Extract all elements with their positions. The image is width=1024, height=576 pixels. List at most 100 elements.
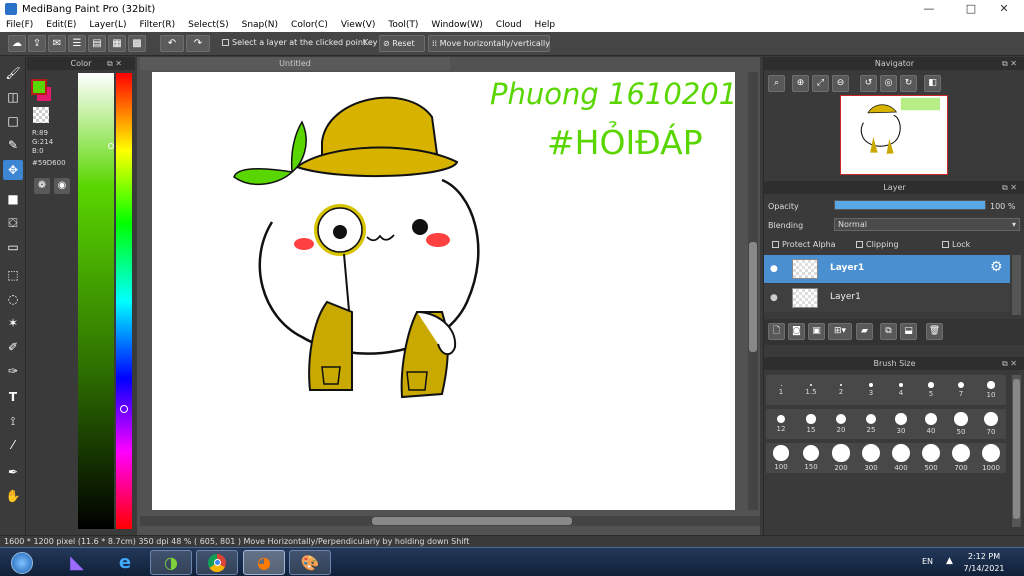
select-layer-checkbox[interactable] bbox=[222, 39, 229, 46]
brush-size-option[interactable]: 150 bbox=[796, 443, 826, 473]
brush-size-option[interactable]: 1000 bbox=[976, 443, 1006, 473]
paint-icon[interactable]: 🎨 bbox=[289, 550, 331, 575]
brush-scrollbar[interactable] bbox=[1012, 375, 1021, 527]
brush-size-option[interactable]: 500 bbox=[916, 443, 946, 473]
eraser-tool-icon[interactable]: ◫ bbox=[3, 87, 23, 107]
visual-studio-icon[interactable]: ◣ bbox=[56, 550, 98, 575]
visibility-eye-icon[interactable]: ● bbox=[770, 293, 778, 303]
color-settings-icon[interactable]: ◉ bbox=[54, 178, 70, 194]
lasso-icon[interactable]: ◌ bbox=[3, 289, 23, 309]
rotate-left-icon[interactable]: ↺ bbox=[860, 75, 877, 92]
brush-size-option[interactable]: 25 bbox=[856, 409, 886, 439]
internet-explorer-icon[interactable]: e bbox=[104, 550, 146, 575]
brush-size-option[interactable]: 700 bbox=[946, 443, 976, 473]
lock-checkbox[interactable] bbox=[942, 241, 949, 248]
primary-color-swatch[interactable] bbox=[31, 79, 47, 95]
undo-icon[interactable]: ↶ bbox=[160, 35, 184, 52]
brush-size-option[interactable]: 400 bbox=[886, 443, 916, 473]
drawing-canvas[interactable]: Phuong 16102010 #HỎIĐÁP bbox=[152, 72, 756, 510]
new-layer-icon[interactable]: 🗋 bbox=[768, 323, 785, 340]
tray-arrow-icon[interactable]: ▲ bbox=[946, 556, 953, 566]
menu-layer[interactable]: Layer(L) bbox=[89, 20, 126, 30]
menu-filter[interactable]: Filter(R) bbox=[140, 20, 176, 30]
brush-size-option[interactable]: 7 bbox=[946, 375, 976, 405]
sv-picker-marker[interactable] bbox=[108, 143, 114, 149]
hue-strip[interactable] bbox=[116, 73, 132, 529]
menu-cloud[interactable]: Cloud bbox=[496, 20, 522, 30]
brush-popout-icon[interactable]: ⧉ ✕ bbox=[1002, 359, 1017, 369]
menu-snap[interactable]: Snap(N) bbox=[242, 20, 278, 30]
rotate-reset-icon[interactable]: ◎ bbox=[880, 75, 897, 92]
reset-button[interactable]: ⊘ Reset bbox=[379, 35, 425, 52]
hand-tool-icon[interactable]: ✋ bbox=[3, 486, 23, 506]
blending-select[interactable]: Normal ▾ bbox=[834, 218, 1020, 231]
select-eraser-icon[interactable]: ✑ bbox=[3, 361, 23, 381]
dot-tool-icon[interactable]: □ bbox=[3, 111, 23, 131]
pipette-icon[interactable]: ✒ bbox=[3, 462, 23, 482]
brush-size-option[interactable]: 50 bbox=[946, 409, 976, 439]
menu-view[interactable]: View(V) bbox=[341, 20, 376, 30]
layer-popout-icon[interactable]: ⧉ ✕ bbox=[1002, 183, 1017, 193]
document-icon[interactable]: ▤ bbox=[88, 35, 106, 52]
protect-alpha-option[interactable]: Protect Alpha bbox=[772, 240, 836, 249]
eyedropper-icon[interactable]: ⁄ bbox=[3, 435, 23, 455]
vertical-scroll-thumb[interactable] bbox=[749, 242, 757, 352]
hue-picker-marker[interactable] bbox=[120, 405, 128, 413]
transparent-swatch[interactable] bbox=[33, 107, 49, 123]
menu-color[interactable]: Color(C) bbox=[291, 20, 328, 30]
layer-row[interactable]: ● Layer1 bbox=[764, 284, 1010, 312]
fill-rect-tool-icon[interactable]: ■ bbox=[3, 189, 23, 209]
correction-tool-icon[interactable]: ✎ bbox=[3, 135, 23, 155]
brush-tool-icon[interactable]: 🖌 bbox=[3, 63, 23, 83]
rotate-right-icon[interactable]: ↻ bbox=[900, 75, 917, 92]
saturation-value-strip[interactable] bbox=[78, 73, 114, 529]
move-direction-button[interactable]: ⁞⁞ Move horizontally/vertically bbox=[428, 35, 550, 52]
brush-size-option[interactable]: 200 bbox=[826, 443, 856, 473]
menu-help[interactable]: Help bbox=[535, 20, 556, 30]
add-layer-menu-icon[interactable]: ⊞▾ bbox=[828, 323, 852, 340]
close-button[interactable]: ✕ bbox=[990, 0, 1018, 18]
menu-select[interactable]: Select(S) bbox=[188, 20, 229, 30]
brush-size-option[interactable]: 15 bbox=[796, 409, 826, 439]
trash-icon[interactable]: 🗑 bbox=[926, 323, 943, 340]
zoom-icon[interactable]: ⌕ bbox=[768, 75, 785, 92]
clipping-option[interactable]: Clipping bbox=[856, 240, 899, 249]
palette-icon[interactable]: ❁ bbox=[34, 178, 50, 194]
brush-size-option[interactable]: 40 bbox=[916, 409, 946, 439]
duplicate-icon[interactable]: ⧉ bbox=[880, 323, 897, 340]
redo-icon[interactable]: ↷ bbox=[186, 35, 210, 52]
tiles-icon[interactable]: ▩ bbox=[128, 35, 146, 52]
brush-size-option[interactable]: 3 bbox=[856, 375, 886, 405]
bucket-tool-icon[interactable]: ⛋ bbox=[3, 213, 23, 233]
brush-size-option[interactable]: 2 bbox=[826, 375, 856, 405]
fit-icon[interactable]: ⤢ bbox=[812, 75, 829, 92]
cloud-icon[interactable]: ☁ bbox=[8, 35, 26, 52]
brush-size-option[interactable]: 100 bbox=[766, 443, 796, 473]
navigator-popout-icon[interactable]: ⧉ ✕ bbox=[1002, 59, 1017, 69]
language-indicator[interactable]: EN bbox=[922, 557, 933, 566]
brush-scroll-thumb[interactable] bbox=[1013, 379, 1020, 519]
popout-icon[interactable]: ⧉ ✕ bbox=[107, 59, 122, 69]
medibang-taskbar-icon[interactable]: ◕ bbox=[243, 550, 285, 575]
gear-icon[interactable]: ⚙ bbox=[990, 259, 1003, 275]
protect-alpha-checkbox[interactable] bbox=[772, 241, 779, 248]
opacity-slider[interactable] bbox=[834, 200, 986, 210]
visibility-eye-icon[interactable]: ● bbox=[770, 264, 778, 274]
move-tool-icon[interactable]: ✥ bbox=[3, 160, 23, 180]
brush-size-option[interactable]: 5 bbox=[916, 375, 946, 405]
text-tool-icon[interactable]: T bbox=[3, 387, 23, 407]
zoom-in-icon[interactable]: ⊕ bbox=[792, 75, 809, 92]
document-tab[interactable]: Untitled bbox=[140, 57, 450, 70]
layer-scrollbar[interactable] bbox=[1012, 255, 1021, 315]
share-icon[interactable]: ⇪ bbox=[28, 35, 46, 52]
menu-file[interactable]: File(F) bbox=[6, 20, 33, 30]
chat-icon[interactable]: ✉ bbox=[48, 35, 66, 52]
chrome-icon[interactable] bbox=[196, 550, 238, 575]
select-layer-option[interactable]: Select a layer at the clicked point bbox=[222, 38, 366, 47]
brush-size-option[interactable]: 12 bbox=[766, 409, 796, 439]
menu-edit[interactable]: Edit(E) bbox=[46, 20, 76, 30]
select-rect-icon[interactable]: ⬚ bbox=[3, 265, 23, 285]
layer-row-selected[interactable]: ● Layer1 ⚙ bbox=[764, 255, 1010, 283]
gradient-tool-icon[interactable]: ▭ bbox=[3, 237, 23, 257]
magic-wand-icon[interactable]: ✶ bbox=[3, 313, 23, 333]
